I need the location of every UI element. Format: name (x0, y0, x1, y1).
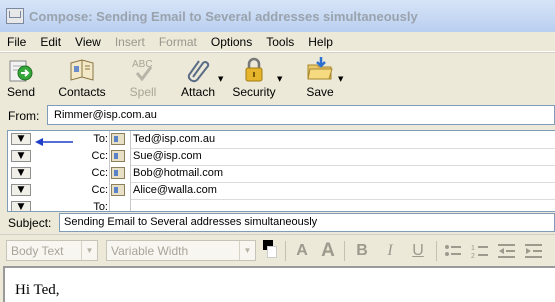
recipient-type: Cc: (91, 150, 109, 162)
send-label: Send (6, 85, 36, 99)
recipient-type: Cc: (91, 184, 109, 196)
recipient-address[interactable]: Sue@isp.com (130, 148, 555, 166)
contacts-button[interactable]: Contacts (58, 55, 106, 99)
compose-window-icon (6, 8, 24, 24)
bold-button[interactable]: B (352, 241, 372, 261)
paragraph-style-select[interactable]: Body Text ▼ (6, 240, 98, 261)
recipient-address[interactable]: Bob@hotmail.com (130, 165, 555, 183)
save-label: Save (306, 85, 334, 99)
recipient-row: ▼ Cc: Bob@hotmail.com (8, 165, 555, 183)
save-folder-icon (307, 57, 333, 80)
contacts-label: Contacts (58, 85, 106, 99)
menu-help[interactable]: Help (301, 35, 340, 49)
menu-insert[interactable]: Insert (108, 35, 152, 49)
recipient-list: ▼ To: Ted@isp.com.au ▼ Cc: Sue@isp.com ▼… (7, 130, 555, 212)
message-body-text: Hi Ted, (15, 282, 60, 298)
text-color-button[interactable] (263, 240, 277, 260)
recipient-row: ▼ Cc: Sue@isp.com (8, 148, 555, 166)
background-color-swatch-icon (267, 246, 277, 258)
contact-card-icon (111, 150, 125, 162)
window-title: Compose: Sending Email to Several addres… (29, 8, 418, 24)
underline-button[interactable]: U (408, 241, 428, 261)
numbered-list-icon[interactable]: 1 2 (471, 243, 489, 259)
main-toolbar: Send Contacts ABC Spell Attach ▼ Securit… (0, 52, 555, 102)
padlock-icon (245, 57, 263, 82)
security-label: Security (232, 85, 276, 99)
chevron-down-icon: ▼ (17, 167, 25, 178)
subject-field[interactable]: Sending Email to Several addresses simul… (59, 213, 555, 232)
security-button[interactable]: Security (232, 55, 276, 99)
subject-row: Subject: Sending Email to Several addres… (0, 211, 555, 233)
menu-edit[interactable]: Edit (33, 35, 68, 49)
recipient-address[interactable]: Alice@walla.com (130, 182, 555, 200)
send-icon (9, 60, 33, 82)
subject-label: Subject: (8, 216, 52, 230)
svg-text:1: 1 (471, 245, 475, 252)
message-body[interactable]: Hi Ted, (3, 266, 555, 302)
svg-text:2: 2 (471, 253, 475, 259)
larger-font-icon[interactable]: A (318, 241, 338, 261)
recipient-address[interactable]: Ted@isp.com.au (130, 131, 555, 149)
divider (109, 131, 110, 148)
recipient-type-dropdown[interactable]: ▼ (11, 150, 31, 162)
chevron-down-icon: ▼ (239, 241, 255, 260)
menu-bar: File Edit View Insert Format Options Too… (0, 32, 555, 52)
divider (344, 241, 345, 261)
divider (109, 182, 110, 199)
chevron-down-icon: ▼ (17, 150, 25, 161)
recipient-type: Cc: (91, 167, 109, 179)
divider (285, 241, 286, 261)
format-toolbar: Body Text ▼ Variable Width ▼ A A B I U 1… (0, 234, 555, 267)
divider (109, 148, 110, 165)
font-value: Variable Width (111, 244, 189, 258)
menu-tools[interactable]: Tools (259, 35, 301, 49)
recipient-row: ▼ Cc: Alice@walla.com (8, 182, 555, 200)
title-bar: Compose: Sending Email to Several addres… (0, 0, 555, 32)
chevron-down-icon: ▼ (17, 133, 25, 144)
security-dropdown-icon[interactable]: ▼ (277, 75, 282, 83)
spell-check-icon: ABC (132, 59, 153, 82)
bullet-list-icon[interactable] (444, 244, 462, 258)
divider (436, 241, 437, 261)
decrease-indent-icon[interactable] (498, 243, 516, 259)
contact-card-icon (111, 167, 125, 179)
chevron-down-icon: ▼ (17, 184, 25, 195)
recipient-type-dropdown[interactable]: ▼ (11, 184, 31, 196)
attach-button[interactable]: Attach (178, 55, 218, 99)
contact-card-icon (111, 133, 125, 145)
spell-label: Spell (129, 85, 157, 99)
from-field[interactable]: Rimmer@isp.com.au (47, 105, 555, 125)
address-book-icon (70, 59, 94, 81)
smaller-font-icon[interactable]: A (292, 241, 312, 261)
menu-view[interactable]: View (68, 35, 108, 49)
recipient-row: ▼ To: Ted@isp.com.au (8, 131, 555, 149)
recipient-type-dropdown[interactable]: ▼ (11, 167, 31, 179)
attach-label: Attach (180, 85, 216, 99)
menu-format[interactable]: Format (152, 35, 204, 49)
recipient-type-dropdown[interactable]: ▼ (11, 133, 31, 145)
paragraph-style-value: Body Text (11, 244, 64, 258)
italic-button[interactable]: I (380, 241, 400, 261)
save-button[interactable]: Save (302, 55, 338, 99)
spell-button[interactable]: ABC Spell (128, 55, 158, 99)
chevron-down-icon: ▼ (81, 241, 97, 260)
paperclip-icon (187, 60, 210, 83)
from-label: From: (8, 109, 40, 123)
contact-card-icon (111, 184, 125, 196)
divider (109, 165, 110, 182)
increase-indent-icon[interactable] (525, 243, 543, 259)
menu-file[interactable]: File (0, 35, 33, 49)
font-select[interactable]: Variable Width ▼ (106, 240, 256, 261)
menu-options[interactable]: Options (204, 35, 259, 49)
send-button[interactable]: Send (4, 55, 38, 99)
save-dropdown-icon[interactable]: ▼ (338, 75, 343, 83)
annotation-arrow-icon (35, 138, 73, 146)
attach-dropdown-icon[interactable]: ▼ (218, 75, 223, 83)
from-row: From: Rimmer@isp.com.au (0, 101, 555, 128)
